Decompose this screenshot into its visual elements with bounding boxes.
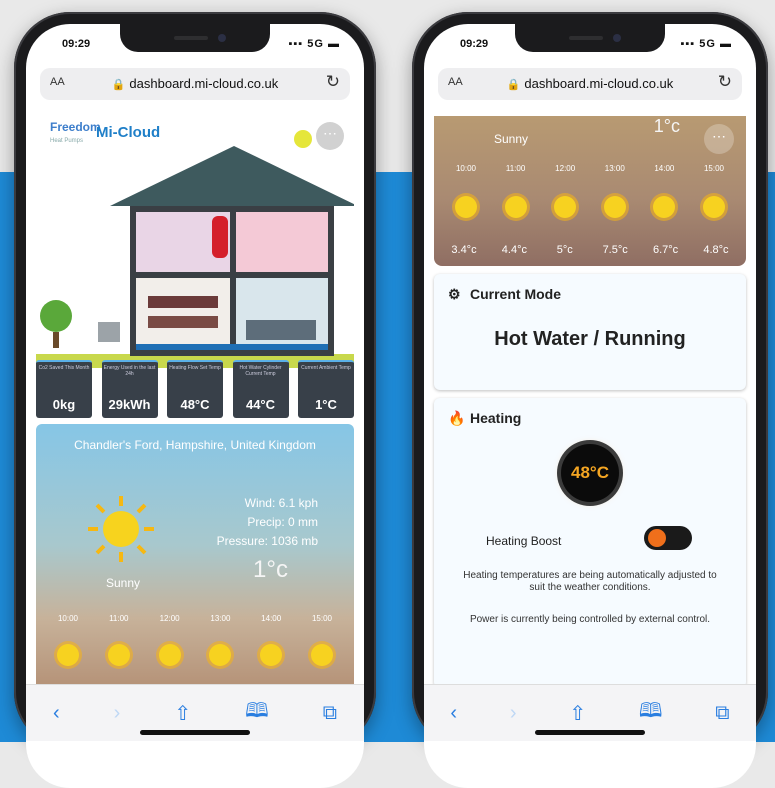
current-mode-header: ⚙ Current Mode [448,286,561,302]
house-illustration [36,146,354,368]
sun-icon [603,196,626,218]
signal-indicator: ▪▪▪ 5G ▬ [680,38,732,50]
roof [110,146,354,206]
forecast-temps: 3.4°c 4.4°c 5°c 7.5°c 6.7°c 4.8°c [451,244,729,256]
more-options-button[interactable]: ⋯ [704,124,734,154]
address-bar[interactable]: AA 🔒 dashboard.mi-cloud.co.uk ↻ [438,68,742,100]
stat-ambient-temp: Current Ambient Temp 1°C [298,360,354,418]
home-indicator[interactable] [535,730,645,735]
sun-icon [504,196,527,218]
weather-temp: 1°c [253,556,288,583]
forecast-hours: 10:00 11:00 12:00 13:00 14:00 15:00 [455,164,724,173]
heating-note-power: Power is currently being controlled by e… [469,614,711,625]
back-icon[interactable]: ‹ [450,702,457,725]
share-icon[interactable]: ⇧ [174,701,191,726]
tabs-icon[interactable]: ⧉ [715,702,729,725]
sun-icon [57,644,79,666]
back-icon[interactable]: ‹ [53,702,60,725]
sun-icon [702,196,725,218]
url-text[interactable]: 🔒 dashboard.mi-cloud.co.uk [438,76,742,91]
heating-note-auto: Heating temperatures are being automatic… [463,570,717,593]
screen-left: 09:29 ▪▪▪ 5G ▬ AA 🔒 dashboard.mi-cloud.co… [26,24,364,788]
flame-icon: 🔥 [448,410,466,426]
heating-card: 🔥 Heating 48°C Heating Boost Heating temp… [434,398,746,688]
sun-icon [209,644,232,666]
stat-flow-temp: Heating Flow Set Temp 48°C [167,360,223,418]
lock-icon: 🔒 [506,79,521,91]
bookmarks-icon[interactable]: 🕮 [639,696,663,730]
home-indicator[interactable] [140,730,250,735]
weather-location: Chandler's Ford, Hampshire, United Kingd… [74,438,316,452]
reload-icon[interactable]: ↻ [718,72,732,92]
gear-icon: ⚙ [448,286,461,302]
stat-energy: Energy Used in the last 24h 29kWh [101,360,158,418]
sun-icon [260,644,283,666]
forward-icon[interactable]: › [114,702,121,725]
heating-boost-toggle[interactable] [644,526,692,550]
address-bar[interactable]: AA 🔒 dashboard.mi-cloud.co.uk ↻ [40,68,350,100]
current-mode-value: Hot Water / Running [494,328,686,350]
large-sun-icon [88,496,154,562]
lock-icon: 🔒 [111,79,126,91]
sun-icon [554,196,577,218]
weather-condition: Sunny [106,576,141,590]
signal-indicator: ▪▪▪ 5G ▬ [288,38,340,50]
sun-icon [310,644,333,666]
sun-icon [158,644,181,666]
sun-icon [455,196,477,218]
current-mode-card: ⚙ Current Mode Hot Water / Running [434,274,746,390]
forecast-icons [442,196,738,223]
screen-right: 09:29 ▪▪▪ 5G ▬ AA 🔒 dashboard.mi-cloud.co… [424,24,756,788]
stat-cylinder-temp: Hot Water Cylinder Current Temp 44°C [232,360,289,418]
reload-icon[interactable]: ↻ [326,72,340,92]
toggle-knob [648,529,666,547]
forecast-icons [44,644,346,671]
forecast-hours: 10:00 11:00 12:00 13:00 14:00 15:00 [57,614,332,623]
weather-card: Chandler's Ford, Hampshire, United Kingd… [36,424,354,694]
sun-icon [107,644,130,666]
tabs-icon[interactable]: ⧉ [323,702,337,725]
heating-header: 🔥 Heating [448,410,522,426]
weather-details: Wind: 6.1 kph Precip: 0 mm Pressure: 103… [216,496,318,548]
heating-boost-label: Heating Boost [486,534,562,548]
phone-left: 09:29 ▪▪▪ 5G ▬ AA 🔒 dashboard.mi-cloud.co… [14,12,376,788]
phone-right: 09:29 ▪▪▪ 5G ▬ AA 🔒 dashboard.mi-cloud.co… [412,12,768,788]
sun-icon [653,196,676,218]
forward-icon[interactable]: › [510,702,517,725]
status-time: 09:29 [62,38,91,50]
stat-co2: Co2 Saved This Month 0kg [36,360,92,418]
stats-row: Co2 Saved This Month 0kg Energy Used in t… [36,360,354,418]
weather-forecast-card: 1°c Sunny ⋯ 10:00 11:00 12:00 13:00 14:00 15:… [434,116,746,266]
status-time: 09:29 [460,38,489,50]
heating-temp-gauge: 48°C [561,444,619,502]
weather-condition: Sunny [494,132,529,146]
share-icon[interactable]: ⇧ [569,701,586,726]
weather-temp: 1°c [653,116,680,136]
notch [120,24,270,52]
url-text[interactable]: 🔒 dashboard.mi-cloud.co.uk [40,76,350,91]
bookmarks-icon[interactable]: 🕮 [245,696,269,730]
notch [515,24,665,52]
